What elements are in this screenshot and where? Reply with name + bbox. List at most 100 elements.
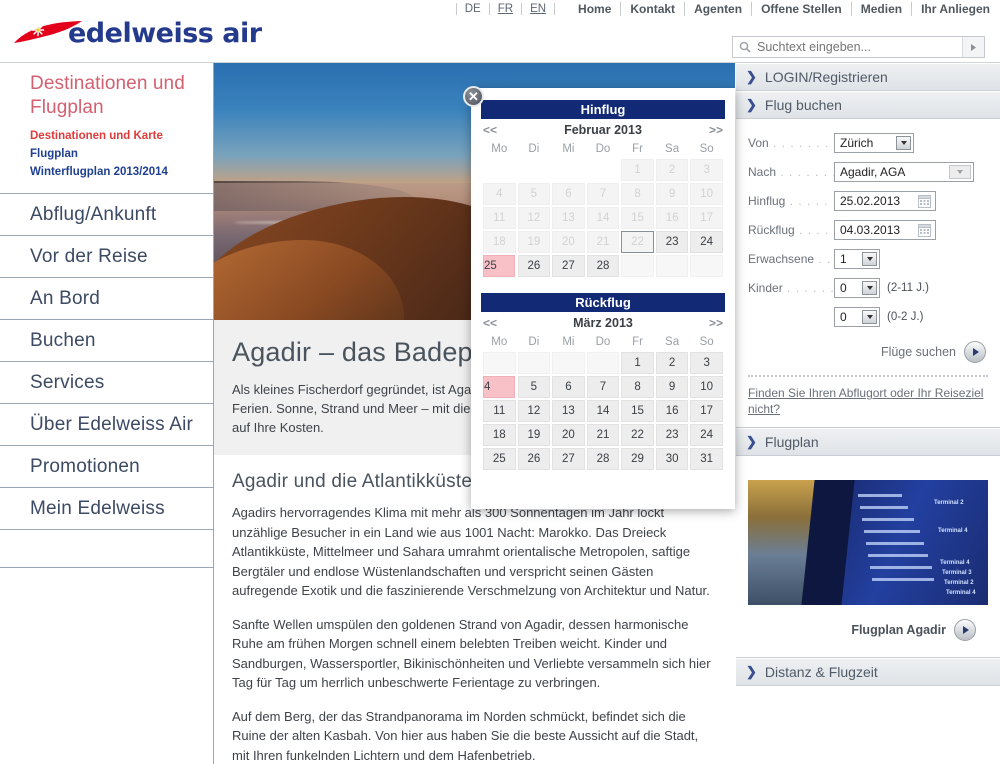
sidebar-item-label: An Bord: [30, 287, 101, 309]
lang-en[interactable]: EN: [522, 3, 556, 15]
calendar-day[interactable]: 17: [690, 400, 723, 422]
chevron-down-icon[interactable]: [896, 136, 911, 150]
calendar-day[interactable]: 19: [517, 424, 551, 446]
sidebar-sublink-winterflugplan[interactable]: Winterflugplan 2013/2014: [30, 163, 213, 181]
calendar-day[interactable]: 27: [552, 255, 585, 277]
lang-fr[interactable]: FR: [490, 3, 523, 15]
prev-month-button[interactable]: <<: [483, 316, 497, 330]
children-select[interactable]: 0: [834, 278, 880, 298]
sidebar-item-mein-edelweiss[interactable]: Mein Edelweiss: [0, 488, 213, 530]
next-month-button[interactable]: >>: [709, 316, 723, 330]
from-select[interactable]: Zürich: [834, 133, 914, 153]
calendar-day[interactable]: 30: [655, 448, 689, 470]
calendar-day-selected[interactable]: 4: [483, 376, 515, 398]
topnav-medien[interactable]: Medien: [852, 2, 913, 16]
search-box[interactable]: [732, 36, 985, 58]
calendar-day[interactable]: 23: [655, 424, 689, 446]
calendar-day[interactable]: 5: [517, 376, 551, 398]
calendar-day[interactable]: 29: [621, 448, 654, 470]
calendar-day[interactable]: 14: [586, 400, 620, 422]
flugplan-thumbnail[interactable]: Terminal 2 Terminal 4 Terminal 4 Termina…: [748, 480, 988, 605]
calendar-day[interactable]: 10: [690, 376, 723, 398]
sidebar-item-services[interactable]: Services: [0, 362, 213, 404]
topnav-kontakt[interactable]: Kontakt: [621, 2, 686, 16]
topnav-home[interactable]: Home: [569, 2, 622, 16]
sidebar-item-vor-der-reise[interactable]: Vor der Reise: [0, 236, 213, 278]
arrow-right-circle-icon[interactable]: [954, 619, 976, 641]
calendar-icon[interactable]: [918, 224, 931, 237]
topnav-ihr-anliegen[interactable]: Ihr Anliegen: [912, 2, 992, 16]
calendar-day[interactable]: 21: [586, 424, 620, 446]
sidebar-section-destinationen[interactable]: Destinationen und Flugplan Destinationen…: [0, 63, 213, 194]
accordion-flugplan[interactable]: ❯ Flugplan: [736, 428, 1000, 456]
calendar-day[interactable]: 13: [552, 400, 585, 422]
calendar-day[interactable]: 20: [552, 424, 585, 446]
sidebar-sublink-flugplan[interactable]: Flugplan: [30, 145, 213, 163]
chevron-down-icon[interactable]: [862, 281, 877, 295]
logo-wordmark: edelweiss air: [68, 18, 262, 49]
chevron-down-icon[interactable]: [862, 252, 877, 266]
calendar-day[interactable]: 8: [621, 376, 654, 398]
calendar-day[interactable]: 22: [621, 424, 654, 446]
calendar-day[interactable]: 7: [586, 376, 620, 398]
calendar-day[interactable]: 2: [655, 352, 689, 374]
sidebar-item-an-bord[interactable]: An Bord: [0, 278, 213, 320]
sidebar-item-buchen[interactable]: Buchen: [0, 320, 213, 362]
accordion-flug-buchen[interactable]: ❯ Flug buchen: [736, 91, 1000, 119]
adults-value: 1: [840, 252, 847, 266]
calendar-day[interactable]: 3: [690, 352, 723, 374]
calendar-day[interactable]: 31: [690, 448, 723, 470]
calendar-day[interactable]: 24: [690, 424, 723, 446]
return-date-input[interactable]: 04.03.2013: [834, 220, 936, 240]
calendar-day[interactable]: 11: [483, 400, 516, 422]
topnav-agenten[interactable]: Agenten: [685, 2, 753, 16]
calendar-day[interactable]: 12: [517, 400, 551, 422]
adults-select[interactable]: 1: [834, 249, 880, 269]
infants-select[interactable]: 0: [834, 307, 880, 327]
calendar-day-today[interactable]: 22: [621, 231, 654, 253]
calendar-day[interactable]: 16: [655, 400, 689, 422]
calendar-day[interactable]: 26: [517, 448, 551, 470]
search-input[interactable]: [757, 37, 962, 57]
weekday-mo: Mo: [491, 143, 508, 155]
calendar-day[interactable]: 18: [483, 424, 516, 446]
calendar-day[interactable]: 15: [621, 400, 654, 422]
helper-link-not-found[interactable]: Finden Sie Ihren Abflugort oder Ihr Reis…: [748, 385, 988, 417]
weekday-sa: Sa: [665, 336, 680, 348]
to-select[interactable]: Agadir, AGA: [834, 162, 974, 182]
calendar-day[interactable]: 28: [586, 255, 620, 277]
topnav-offene-stellen[interactable]: Offene Stellen: [752, 2, 852, 16]
next-month-button[interactable]: >>: [709, 123, 723, 137]
arrow-right-circle-icon[interactable]: [964, 341, 986, 363]
sidebar-sublinks: Destinationen und Karte Flugplan Winterf…: [30, 127, 213, 181]
calendar-day[interactable]: 23: [655, 231, 689, 253]
accordion-distanz-flugzeit[interactable]: ❯ Distanz & Flugzeit: [736, 658, 1000, 686]
sidebar-item-abflug-ankunft[interactable]: Abflug/Ankunft: [0, 194, 213, 236]
accordion-login-register[interactable]: ❯ LOGIN/Registrieren: [736, 63, 1000, 91]
calendar-day[interactable]: 27: [552, 448, 585, 470]
calendar-icon[interactable]: [918, 195, 931, 208]
lang-de[interactable]: DE: [455, 3, 490, 15]
prev-month-button[interactable]: <<: [483, 123, 497, 137]
sidebar-item-promotionen[interactable]: Promotionen: [0, 446, 213, 488]
outbound-date-input[interactable]: 25.02.2013: [834, 191, 936, 211]
site-logo[interactable]: edelweiss air: [0, 14, 420, 54]
sidebar-item-ueber-edelweiss-air[interactable]: Über Edelweiss Air: [0, 404, 213, 446]
calendar-day[interactable]: 26: [517, 255, 551, 277]
calendar-day[interactable]: 6: [552, 376, 585, 398]
close-circle-icon[interactable]: ✕: [463, 86, 484, 107]
sidebar-sublink-destinationen-und-karte[interactable]: Destinationen und Karte: [30, 127, 213, 145]
calendar-day[interactable]: 9: [655, 376, 689, 398]
calendar-day-selected[interactable]: 25: [483, 255, 515, 277]
chevron-down-icon[interactable]: [862, 310, 877, 324]
label-dots: . . . . . . .: [787, 281, 834, 295]
calendar-day[interactable]: 1: [621, 352, 654, 374]
calendar-day[interactable]: 25: [483, 448, 516, 470]
chevron-down-icon[interactable]: [949, 165, 971, 179]
calendar-day[interactable]: 28: [586, 448, 620, 470]
flugplan-agadir-label: Flugplan Agadir: [851, 623, 946, 637]
calendar-day[interactable]: 24: [690, 231, 723, 253]
search-flights-button[interactable]: Flüge suchen: [748, 341, 988, 363]
search-submit-button[interactable]: [962, 37, 984, 57]
flugplan-agadir-link[interactable]: Flugplan Agadir: [748, 619, 976, 641]
